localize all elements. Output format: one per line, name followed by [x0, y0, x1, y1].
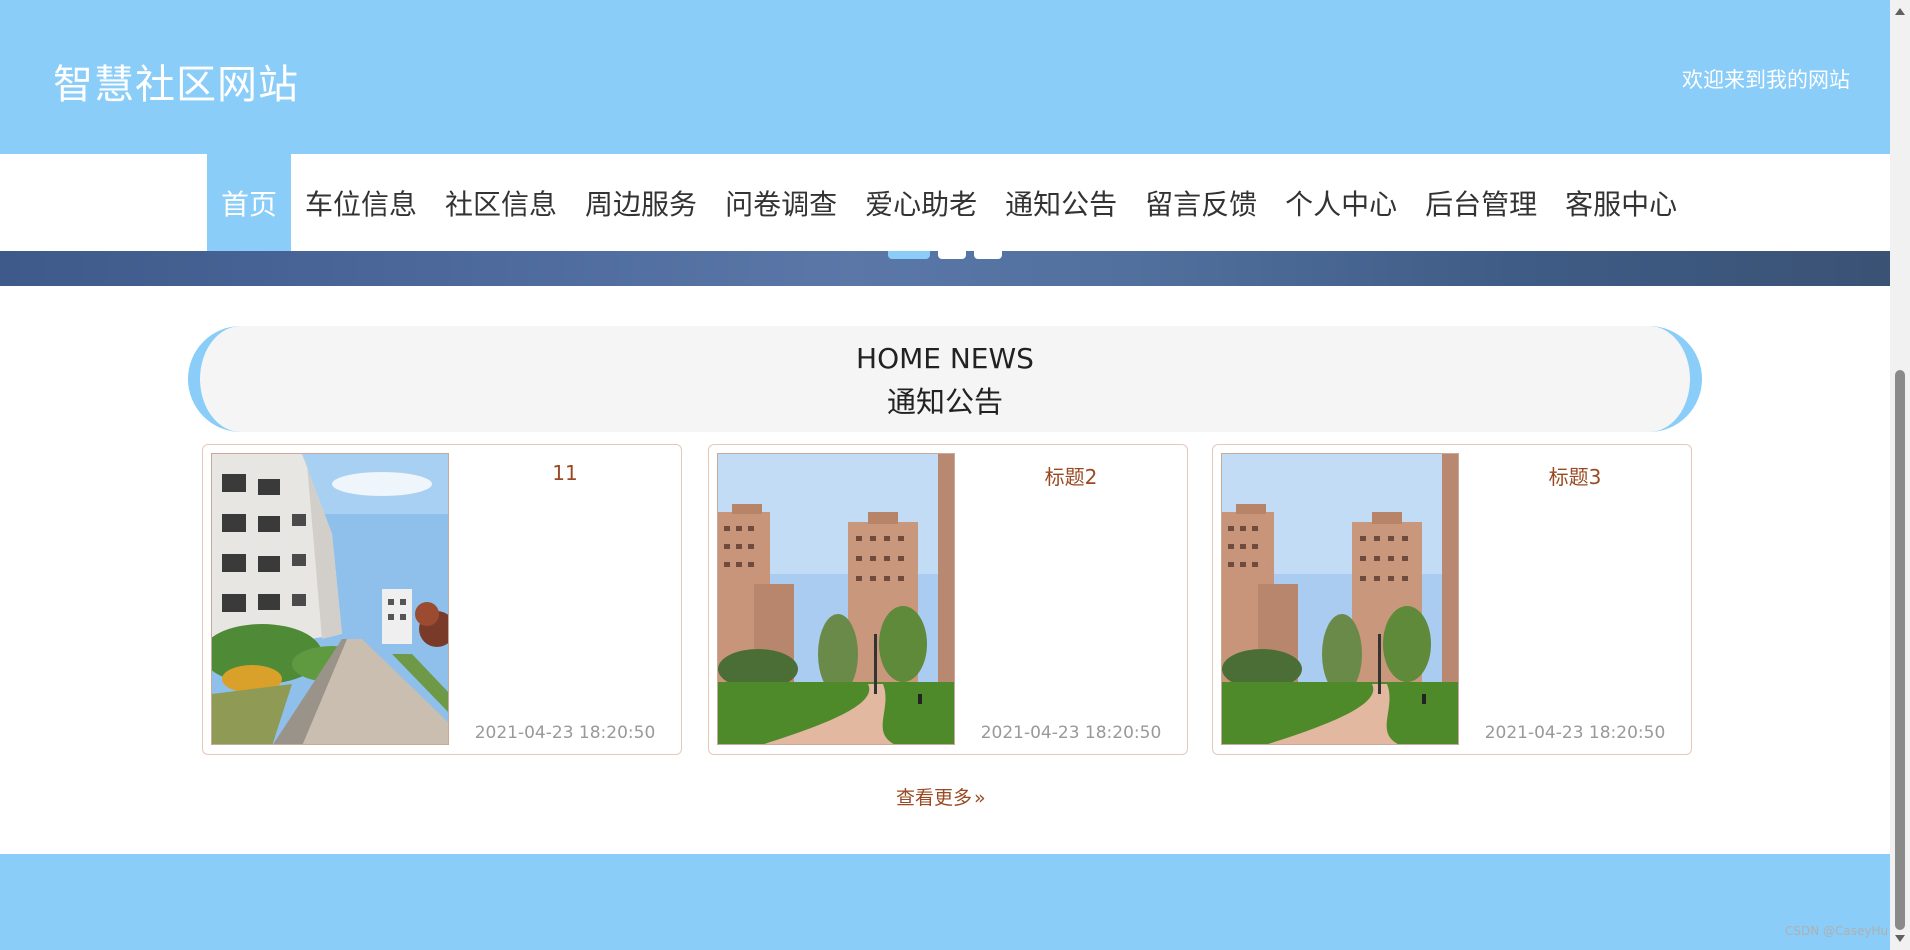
- news-card-title[interactable]: 标题3: [1459, 461, 1691, 490]
- section-title-cn: 通知公告: [886, 385, 1003, 419]
- nav-item-customer-service[interactable]: 客服中心: [1551, 154, 1691, 251]
- carousel-dot-3[interactable]: [974, 251, 1002, 259]
- carousel-dot-2[interactable]: [938, 251, 966, 259]
- apartment-walkway-photo: [212, 454, 448, 744]
- page-scrollbar[interactable]: [1890, 0, 1910, 950]
- nav-item-survey[interactable]: 问卷调查: [711, 154, 851, 251]
- carousel-indicators: [888, 251, 1002, 259]
- news-card-list: 11 2021-04-23 18:20:50 标题2 2021-04-23 18…: [202, 444, 1692, 755]
- nav-item-nearby-services[interactable]: 周边服务: [571, 154, 711, 251]
- news-card-date: 2021-04-23 18:20:50: [980, 723, 1162, 743]
- welcome-text: 欢迎来到我的网站: [1682, 68, 1850, 92]
- nav-item-elderly-care[interactable]: 爱心助老: [851, 154, 991, 251]
- site-footer: [0, 854, 1890, 950]
- view-more-link[interactable]: 查看更多»: [896, 783, 986, 810]
- nav-item-parking[interactable]: 车位信息: [291, 154, 431, 251]
- main-nav: 首页 车位信息 社区信息 周边服务 问卷调查 爱心助老 通知公告 留言反馈 个人…: [0, 154, 1890, 251]
- nav-item-notices[interactable]: 通知公告: [991, 154, 1131, 251]
- residential-towers-garden-photo: [1222, 454, 1458, 744]
- watermark: CSDN @CaseyHu: [1785, 924, 1889, 938]
- site-header: 智慧社区网站 欢迎来到我的网站: [0, 0, 1890, 154]
- scrollbar-thumb[interactable]: [1895, 370, 1905, 930]
- double-chevron-right-icon: »: [974, 787, 986, 809]
- news-card-image[interactable]: [211, 453, 449, 745]
- site-title[interactable]: 智慧社区网站: [53, 52, 299, 110]
- page: 智慧社区网站 欢迎来到我的网站 首页 车位信息 社区信息 周边服务 问卷调查 爱…: [0, 0, 1910, 950]
- carousel-dot-1[interactable]: [888, 251, 930, 259]
- news-card[interactable]: 标题2 2021-04-23 18:20:50: [708, 444, 1188, 755]
- view-more-label: 查看更多: [896, 787, 973, 809]
- nav-item-profile[interactable]: 个人中心: [1271, 154, 1411, 251]
- nav-item-home[interactable]: 首页: [207, 154, 292, 251]
- news-card-date: 2021-04-23 18:20:50: [474, 723, 656, 743]
- nav-item-admin[interactable]: 后台管理: [1411, 154, 1551, 251]
- nav-item-feedback[interactable]: 留言反馈: [1131, 154, 1271, 251]
- news-card-image[interactable]: [1221, 453, 1459, 745]
- residential-towers-garden-photo: [718, 454, 954, 744]
- section-title-en: HOME NEWS: [856, 342, 1034, 375]
- scroll-down-arrow-icon[interactable]: [1895, 935, 1905, 942]
- news-card-date: 2021-04-23 18:20:50: [1484, 723, 1666, 743]
- nav-list: 首页 车位信息 社区信息 周边服务 问卷调查 爱心助老 通知公告 留言反馈 个人…: [207, 154, 1691, 251]
- news-card-title[interactable]: 11: [449, 461, 681, 485]
- scroll-up-arrow-icon[interactable]: [1895, 8, 1905, 15]
- news-card[interactable]: 标题3 2021-04-23 18:20:50: [1212, 444, 1692, 755]
- news-section-header: HOME NEWS 通知公告: [188, 326, 1702, 432]
- news-card-title[interactable]: 标题2: [955, 461, 1187, 490]
- news-card-image[interactable]: [717, 453, 955, 745]
- news-card[interactable]: 11 2021-04-23 18:20:50: [202, 444, 682, 755]
- nav-item-community[interactable]: 社区信息: [431, 154, 571, 251]
